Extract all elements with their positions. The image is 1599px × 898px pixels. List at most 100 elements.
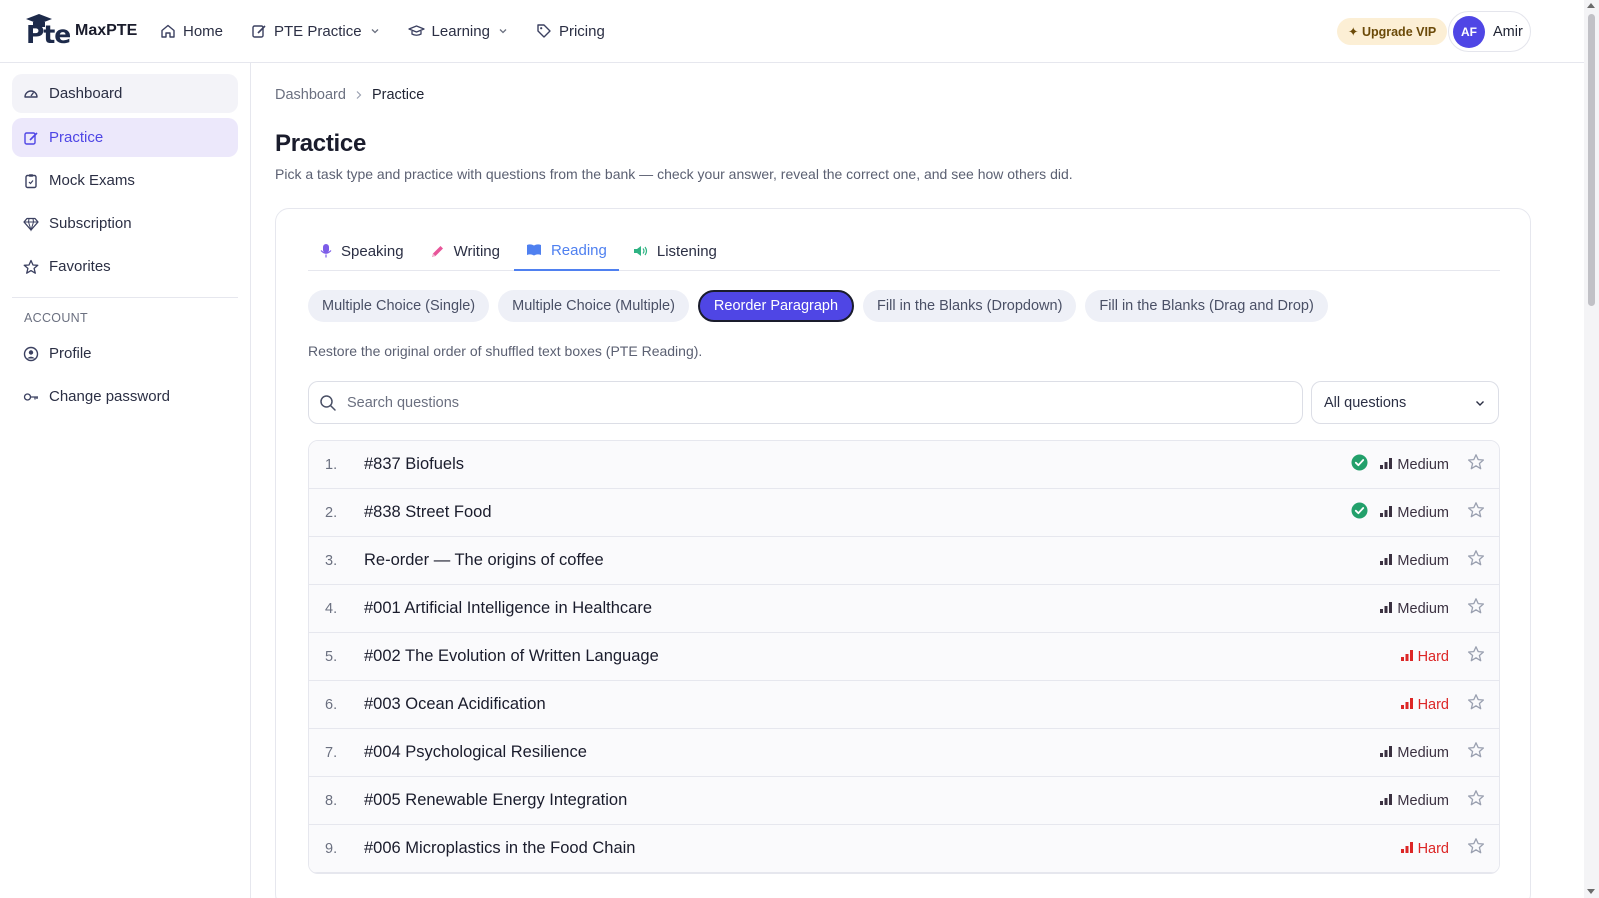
question-row[interactable]: 8. #005 Renewable Energy Integration Mediu… bbox=[309, 777, 1499, 825]
favorite-star-icon[interactable] bbox=[1467, 693, 1485, 716]
difficulty-badge: Medium bbox=[1380, 553, 1449, 569]
breadcrumb: Dashboard Practice bbox=[275, 87, 424, 103]
chevron-down-icon bbox=[1476, 400, 1484, 406]
sidebar-item-label: Practice bbox=[49, 129, 104, 146]
sidebar-item-favorites[interactable]: Favorites bbox=[12, 247, 238, 286]
question-meta: Hard bbox=[1400, 693, 1485, 716]
task-type-chips: Multiple Choice (Single) Multiple Choice… bbox=[308, 290, 1337, 322]
nav-home[interactable]: Home bbox=[160, 20, 223, 42]
nav-learning[interactable]: Learning bbox=[407, 20, 508, 42]
scrollbar[interactable] bbox=[1584, 0, 1599, 898]
scroll-down-arrow[interactable] bbox=[1587, 889, 1595, 894]
signal-bars-icon bbox=[1380, 457, 1393, 473]
favorite-star-icon[interactable] bbox=[1467, 645, 1485, 668]
chip-multiple-choice-multiple[interactable]: Multiple Choice (Multiple) bbox=[498, 290, 689, 322]
sidebar-item-subscription[interactable]: Subscription bbox=[12, 204, 238, 243]
question-meta: Medium bbox=[1351, 453, 1485, 476]
question-title[interactable]: #001 Artificial Intelligence in Healthca… bbox=[364, 599, 652, 618]
favorite-star-icon[interactable] bbox=[1467, 741, 1485, 764]
tab-reading[interactable]: Reading bbox=[513, 231, 619, 271]
speaker-icon bbox=[633, 246, 647, 256]
sidebar-item-practice[interactable]: Practice bbox=[12, 118, 238, 157]
question-row[interactable]: 5. #002 The Evolution of Written Language… bbox=[309, 633, 1499, 681]
favorite-star-icon[interactable] bbox=[1467, 549, 1485, 572]
main-nav: Home PTE Practice Learning Pricing bbox=[160, 20, 633, 42]
favorite-star-icon[interactable] bbox=[1467, 597, 1485, 620]
nav-pricing[interactable]: Pricing bbox=[536, 20, 605, 42]
question-number: 1. bbox=[325, 456, 338, 473]
question-number: 9. bbox=[325, 840, 338, 857]
sidebar-item-profile[interactable]: Profile bbox=[12, 334, 238, 373]
question-number: 4. bbox=[325, 600, 338, 617]
search-input[interactable] bbox=[347, 394, 1267, 411]
signal-bars-icon bbox=[1380, 601, 1393, 617]
favorite-star-icon[interactable] bbox=[1467, 453, 1485, 476]
sidebar-item-mock-exams[interactable]: Mock Exams bbox=[12, 161, 238, 200]
gauge-icon bbox=[24, 89, 38, 98]
question-meta: Medium bbox=[1380, 789, 1485, 812]
question-list: 1. #837 Biofuels Medium 2. #838 Street Food M… bbox=[308, 440, 1500, 874]
question-row[interactable]: 2. #838 Street Food Medium bbox=[309, 489, 1499, 537]
sidebar-item-dashboard[interactable]: Dashboard bbox=[12, 74, 238, 113]
question-title[interactable]: #004 Psychological Resilience bbox=[364, 743, 587, 762]
scrollbar-thumb[interactable] bbox=[1588, 14, 1595, 306]
question-title[interactable]: Re-order — The origins of coffee bbox=[364, 551, 604, 570]
clipboard-icon bbox=[25, 173, 37, 188]
completed-check-icon bbox=[1351, 502, 1368, 524]
chevron-right-icon bbox=[356, 91, 362, 99]
question-number: 5. bbox=[325, 648, 338, 665]
question-row[interactable]: 3. Re-order — The origins of coffee Medium bbox=[309, 537, 1499, 585]
question-row[interactable]: 4. #001 Artificial Intelligence in Health… bbox=[309, 585, 1499, 633]
tab-listening[interactable]: Listening bbox=[621, 231, 729, 271]
favorite-star-icon[interactable] bbox=[1467, 789, 1485, 812]
question-row[interactable]: 7. #004 Psychological Resilience Medium bbox=[309, 729, 1499, 777]
question-row[interactable]: 6. #003 Ocean Acidification Hard bbox=[309, 681, 1499, 729]
tab-speaking[interactable]: Speaking bbox=[308, 231, 416, 271]
question-filter-select[interactable]: All questions bbox=[1311, 381, 1499, 424]
question-title[interactable]: #006 Microplastics in the Food Chain bbox=[364, 839, 635, 858]
chip-reorder-paragraph[interactable]: Reorder Paragraph bbox=[697, 290, 855, 322]
nav-pte-practice-label: PTE Practice bbox=[274, 22, 362, 40]
chip-multiple-choice-single[interactable]: Multiple Choice (Single) bbox=[308, 290, 490, 322]
sidebar-divider bbox=[12, 297, 238, 298]
sidebar-item-change-password[interactable]: Change password bbox=[12, 377, 238, 416]
question-title[interactable]: #005 Renewable Energy Integration bbox=[364, 791, 627, 810]
user-menu[interactable]: AF Amir bbox=[1448, 11, 1531, 52]
difficulty-label: Medium bbox=[1397, 792, 1449, 809]
question-title[interactable]: #003 Ocean Acidification bbox=[364, 695, 546, 714]
scroll-up-arrow[interactable] bbox=[1587, 3, 1595, 8]
difficulty-badge: Medium bbox=[1380, 793, 1449, 809]
microphone-icon bbox=[320, 244, 332, 258]
pencil-icon bbox=[431, 245, 443, 257]
home-icon bbox=[161, 24, 175, 38]
user-name: Amir bbox=[1493, 23, 1523, 40]
nav-home-label: Home bbox=[183, 22, 224, 40]
question-title[interactable]: #838 Street Food bbox=[364, 503, 492, 522]
sidebar-item-label: Dashboard bbox=[49, 85, 123, 102]
signal-bars-icon bbox=[1380, 553, 1393, 569]
tab-writing[interactable]: Writing bbox=[418, 231, 512, 271]
question-row[interactable]: 1. #837 Biofuels Medium bbox=[309, 441, 1499, 489]
question-title[interactable]: #837 Biofuels bbox=[364, 455, 464, 474]
logo[interactable]: Pte MaxPTE bbox=[24, 14, 137, 49]
upgrade-vip-button[interactable]: ✦ Upgrade VIP bbox=[1337, 18, 1448, 45]
favorite-star-icon[interactable] bbox=[1467, 501, 1485, 524]
user-circle-icon bbox=[23, 346, 39, 361]
breadcrumb-dashboard-link[interactable]: Dashboard bbox=[275, 87, 346, 103]
practice-card: Speaking Writing Reading Listening Multi… bbox=[275, 208, 1531, 898]
nav-pte-practice[interactable]: PTE Practice bbox=[251, 20, 380, 42]
question-number: 8. bbox=[325, 792, 338, 809]
filter-value: All questions bbox=[1324, 394, 1407, 411]
question-title[interactable]: #002 The Evolution of Written Language bbox=[364, 647, 659, 666]
chip-fill-blanks-drag-drop[interactable]: Fill in the Blanks (Drag and Drop) bbox=[1085, 290, 1328, 322]
question-row[interactable]: 9. #006 Microplastics in the Food Chain Ha… bbox=[309, 825, 1499, 873]
signal-bars-icon bbox=[1400, 697, 1413, 713]
chip-fill-blanks-dropdown[interactable]: Fill in the Blanks (Dropdown) bbox=[863, 290, 1077, 322]
graduation-cap-icon bbox=[407, 25, 425, 36]
signal-bars-icon bbox=[1380, 793, 1393, 809]
tag-icon bbox=[537, 24, 551, 38]
question-number: 6. bbox=[325, 696, 338, 713]
favorite-star-icon[interactable] bbox=[1467, 837, 1485, 860]
difficulty-label: Hard bbox=[1417, 648, 1449, 665]
difficulty-badge: Medium bbox=[1380, 457, 1449, 473]
